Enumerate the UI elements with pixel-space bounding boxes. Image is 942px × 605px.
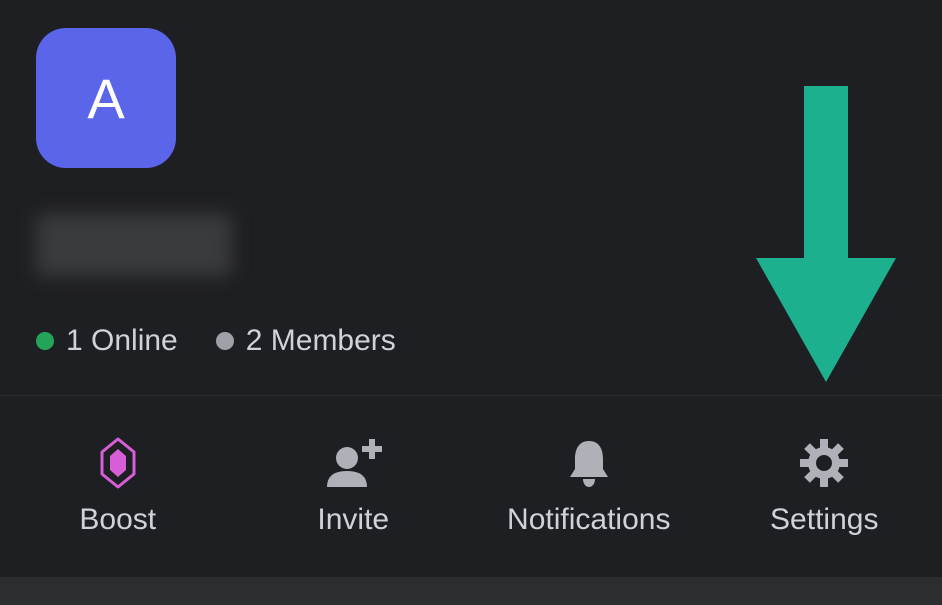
settings-label: Settings [770,503,878,537]
members-count-label: 2 Members [246,324,396,358]
members-status: 2 Members [216,324,396,358]
invite-label: Invite [317,503,389,537]
server-header: A 1 Online 2 Members [0,0,942,395]
server-avatar-initial: A [87,66,124,131]
gear-icon [798,437,850,489]
online-status: 1 Online [36,324,178,358]
notifications-button[interactable]: Notifications [471,396,707,577]
notifications-label: Notifications [507,503,670,537]
invite-person-plus-icon [321,437,385,489]
boost-label: Boost [79,503,156,537]
online-dot-icon [36,332,54,350]
members-dot-icon [216,332,234,350]
bell-icon [566,437,612,489]
invite-button[interactable]: Invite [236,396,472,577]
server-name-redacted [36,214,232,276]
settings-button[interactable]: Settings [707,396,942,577]
boost-button[interactable]: Boost [0,396,236,577]
server-actions-bar: Boost Invite Notifications [0,395,942,577]
server-avatar[interactable]: A [36,28,176,168]
bottom-strip [0,577,942,605]
boost-gem-icon [98,437,138,489]
server-stats: 1 Online 2 Members [36,324,906,358]
online-count-label: 1 Online [66,324,178,358]
